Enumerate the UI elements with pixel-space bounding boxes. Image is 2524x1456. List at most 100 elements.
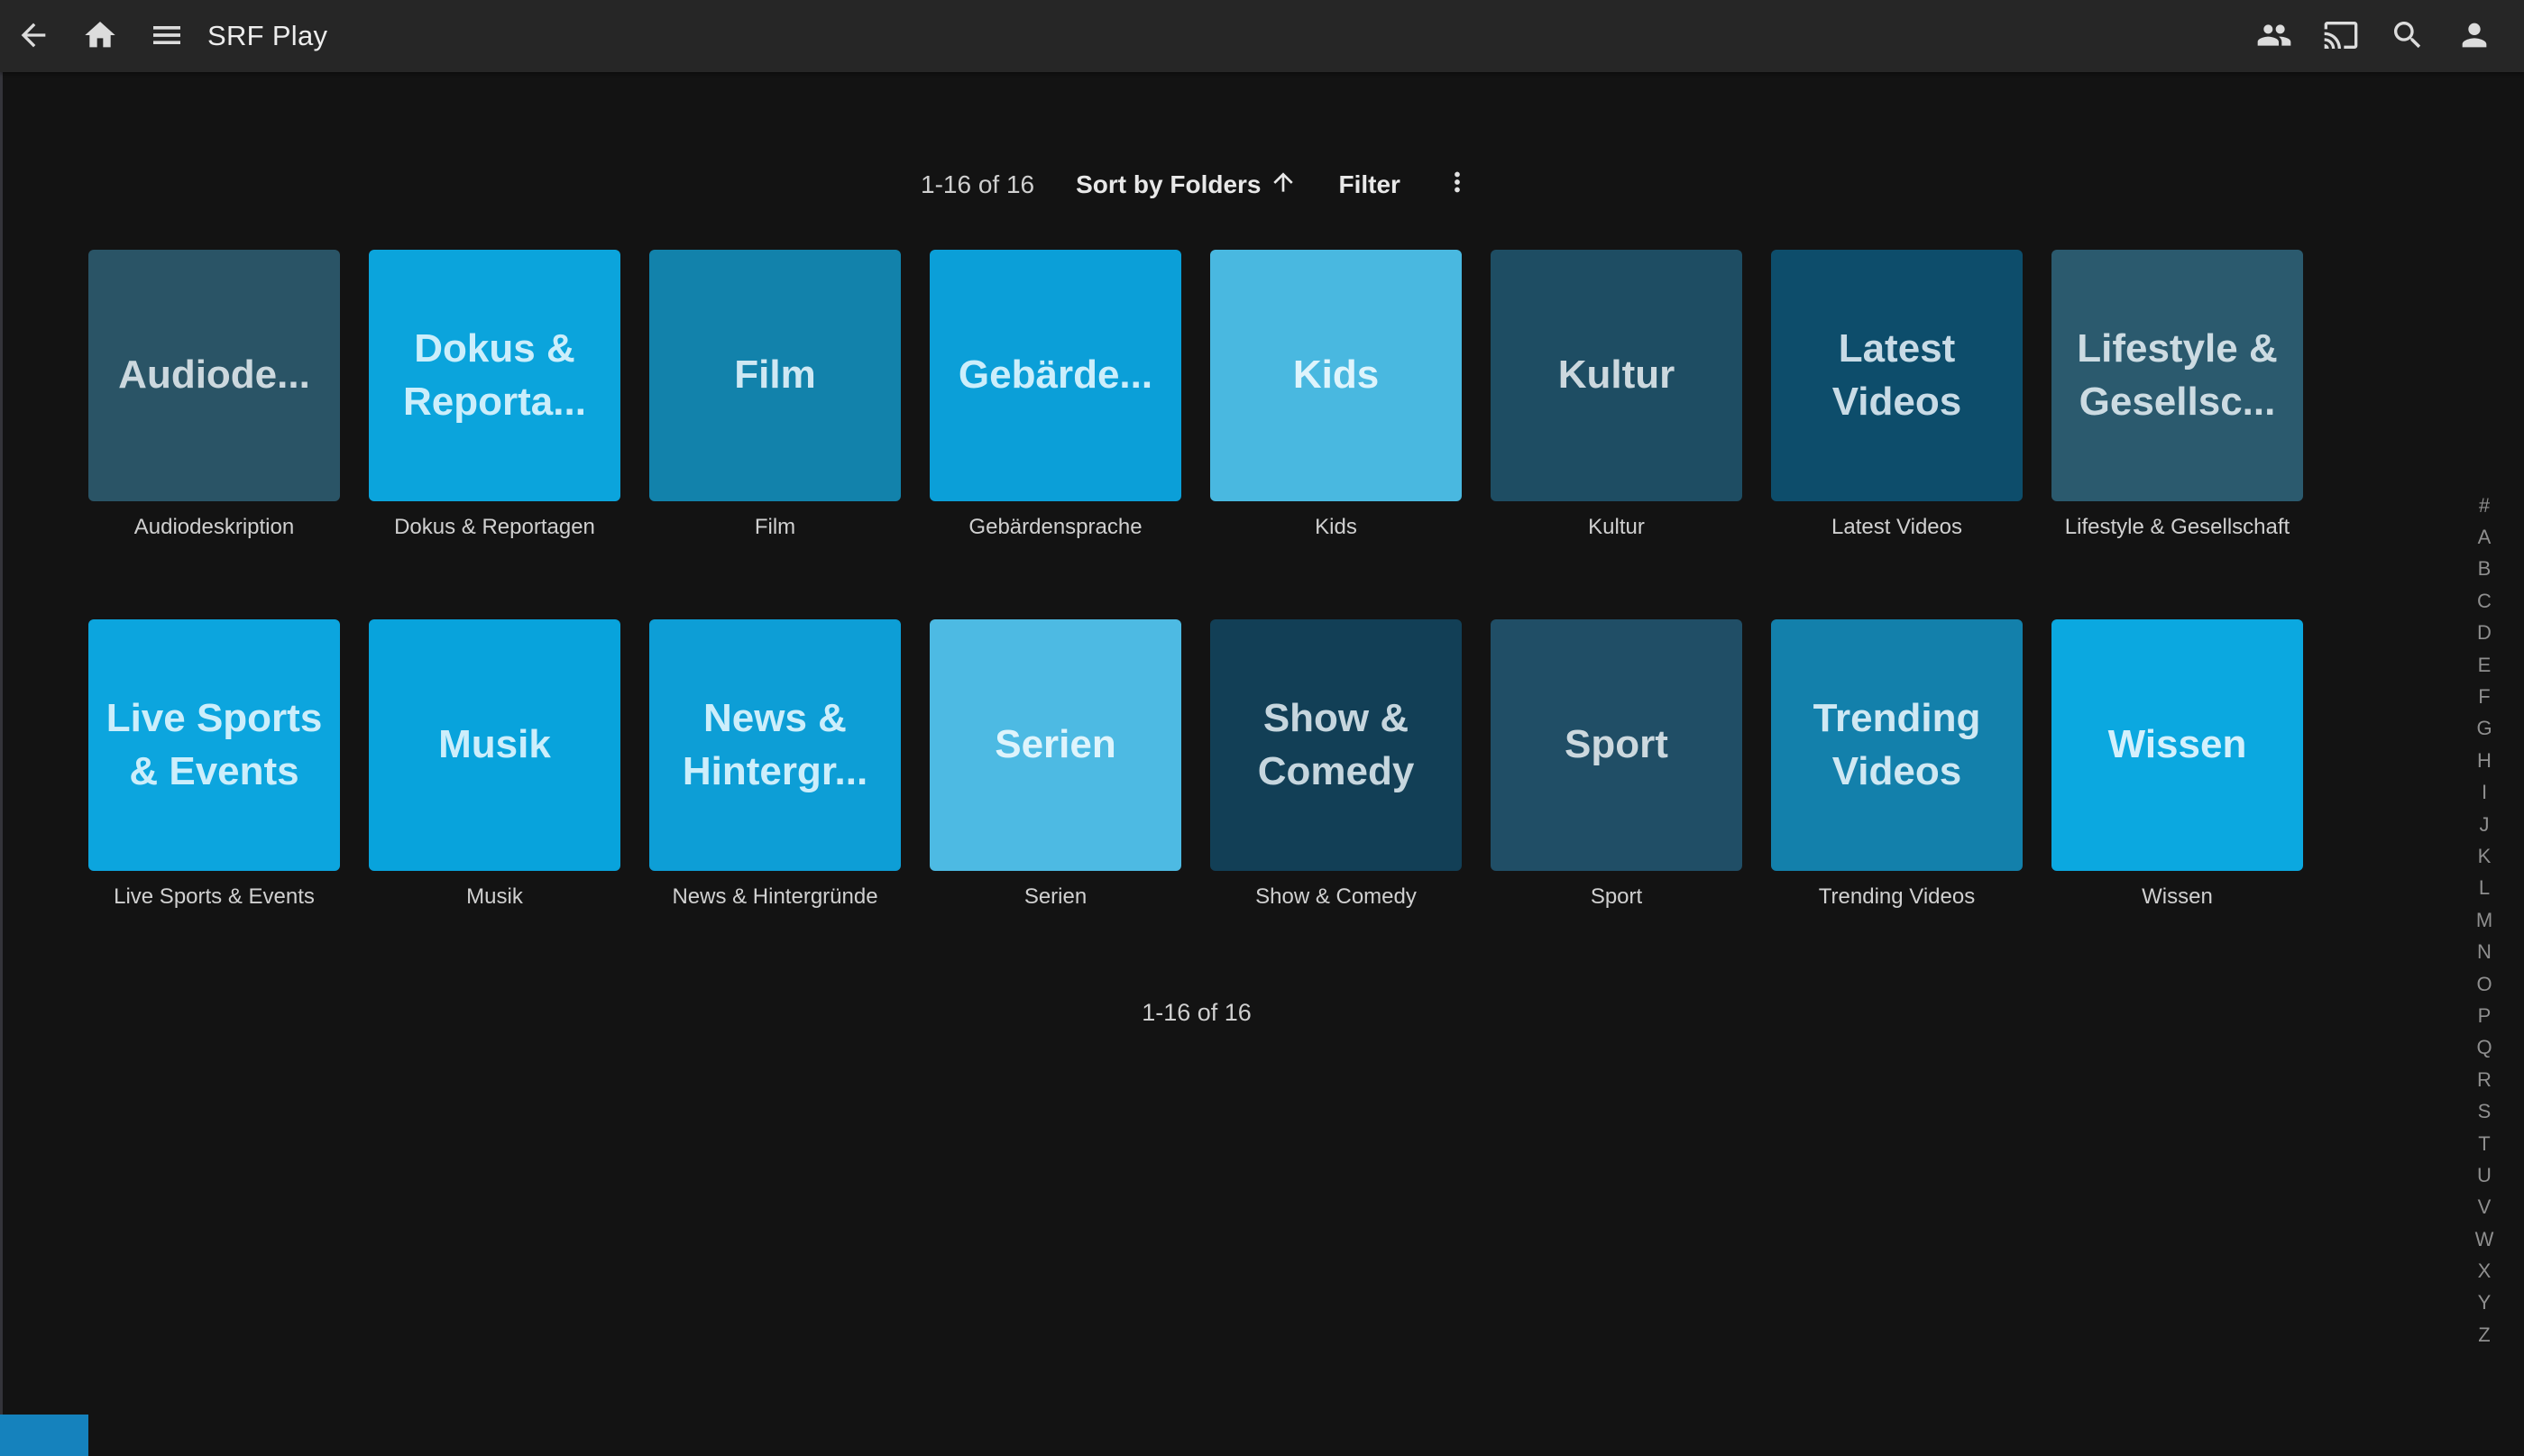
folder-tile: Show & Comedy bbox=[1210, 619, 1462, 871]
alphabet-letter[interactable]: X bbox=[2466, 1255, 2502, 1287]
folder-tile: News & Hintergr... bbox=[649, 619, 901, 871]
folder-tile-label: Trending Videos bbox=[1787, 692, 2006, 797]
folder-tile-label: Kids bbox=[1293, 349, 1379, 401]
folder-card[interactable]: Lifestyle & Gesellsc... Lifestyle & Gese… bbox=[2051, 250, 2303, 541]
alphabet-letter[interactable]: B bbox=[2466, 554, 2502, 585]
alphabet-letter[interactable]: Q bbox=[2466, 1032, 2502, 1064]
alphabet-letter[interactable]: U bbox=[2466, 1159, 2502, 1191]
folder-caption: Lifestyle & Gesellschaft bbox=[2051, 514, 2303, 541]
folder-card[interactable]: Live Sports & Events Live Sports & Event… bbox=[88, 619, 340, 911]
search-button[interactable] bbox=[2374, 0, 2441, 72]
alphabet-letter[interactable]: S bbox=[2466, 1095, 2502, 1127]
folder-card[interactable]: Serien Serien bbox=[930, 619, 1181, 911]
folder-card[interactable]: Latest Videos Latest Videos bbox=[1771, 250, 2023, 541]
alphabet-letter[interactable]: M bbox=[2466, 904, 2502, 936]
sort-button[interactable]: Sort by Folders bbox=[1076, 168, 1297, 203]
alphabet-letter[interactable]: L bbox=[2466, 873, 2502, 904]
back-arrow-icon bbox=[15, 17, 51, 56]
folder-card[interactable]: Wissen Wissen bbox=[2051, 619, 2303, 911]
folder-card[interactable]: Film Film bbox=[649, 250, 901, 541]
alphabet-letter[interactable]: E bbox=[2466, 649, 2502, 681]
alphabet-letter[interactable]: Y bbox=[2466, 1287, 2502, 1319]
alphabet-letter[interactable]: D bbox=[2466, 618, 2502, 649]
folder-caption: Kultur bbox=[1491, 514, 1742, 541]
kebab-vertical-icon bbox=[1442, 167, 1473, 204]
alphabet-letter[interactable]: C bbox=[2466, 585, 2502, 617]
folder-tile-label: Musik bbox=[438, 719, 551, 771]
folder-card[interactable]: Trending Videos Trending Videos bbox=[1771, 619, 2023, 911]
menu-button[interactable] bbox=[133, 0, 200, 72]
page-title: SRF Play bbox=[207, 20, 327, 52]
folder-tile: Dokus & Reporta... bbox=[369, 250, 620, 501]
window-left-border bbox=[0, 0, 3, 1456]
more-options-button[interactable] bbox=[1442, 167, 1473, 204]
folder-caption: Wissen bbox=[2051, 884, 2303, 911]
folder-card[interactable]: Show & Comedy Show & Comedy bbox=[1210, 619, 1462, 911]
sort-button-label: Sort by Folders bbox=[1076, 170, 1261, 199]
cast-button[interactable] bbox=[2308, 0, 2374, 72]
folder-tile: Film bbox=[649, 250, 901, 501]
library-toolbar: 1-16 of 16 Sort by Folders Filter bbox=[88, 144, 2305, 225]
alphabet-letter[interactable]: R bbox=[2466, 1064, 2502, 1095]
folder-card[interactable]: Kultur Kultur bbox=[1491, 250, 1742, 541]
folder-tile: Trending Videos bbox=[1771, 619, 2023, 871]
folder-tile-label: Serien bbox=[995, 719, 1116, 771]
folder-tile-label: Latest Videos bbox=[1787, 323, 2006, 427]
syncplay-button[interactable] bbox=[2241, 0, 2308, 72]
alphabet-letter[interactable]: K bbox=[2466, 840, 2502, 872]
folder-caption: Audiodeskription bbox=[88, 514, 340, 541]
folder-card[interactable]: Gebärde... Gebärdensprache bbox=[930, 250, 1181, 541]
folder-caption: Dokus & Reportagen bbox=[369, 514, 620, 541]
folder-caption: Sport bbox=[1491, 884, 1742, 911]
alphabet-letter[interactable]: F bbox=[2466, 681, 2502, 712]
alphabet-letter[interactable]: W bbox=[2466, 1223, 2502, 1255]
paging-count-bottom: 1-16 of 16 bbox=[88, 999, 2305, 1027]
folder-tile-label: Film bbox=[734, 349, 815, 401]
alphabet-letter[interactable]: J bbox=[2466, 809, 2502, 840]
filter-button-label: Filter bbox=[1339, 170, 1400, 199]
folder-caption: Serien bbox=[930, 884, 1181, 911]
folder-tile-label: Dokus & Reporta... bbox=[385, 323, 604, 427]
folder-tile: Kultur bbox=[1491, 250, 1742, 501]
alphabet-letter[interactable]: A bbox=[2466, 521, 2502, 553]
folder-tile: Musik bbox=[369, 619, 620, 871]
hamburger-menu-icon bbox=[149, 17, 185, 56]
alphabet-letter[interactable]: I bbox=[2466, 777, 2502, 809]
folder-tile: Serien bbox=[930, 619, 1181, 871]
alphabet-letter[interactable]: T bbox=[2466, 1128, 2502, 1159]
search-icon bbox=[2390, 17, 2426, 56]
folder-tile: Latest Videos bbox=[1771, 250, 2023, 501]
back-button[interactable] bbox=[0, 0, 67, 72]
alphabet-letter[interactable]: O bbox=[2466, 968, 2502, 1000]
folder-card[interactable]: Musik Musik bbox=[369, 619, 620, 911]
folder-card[interactable]: Kids Kids bbox=[1210, 250, 1462, 541]
alphabet-letter[interactable]: G bbox=[2466, 713, 2502, 745]
folder-caption: Latest Videos bbox=[1771, 514, 2023, 541]
library-grid: Audiode... Audiodeskription Dokus & Repo… bbox=[88, 250, 2305, 911]
alphabet-letter[interactable]: P bbox=[2466, 1000, 2502, 1031]
folder-tile-label: Sport bbox=[1565, 719, 1668, 771]
folder-card[interactable]: Dokus & Reporta... Dokus & Reportagen bbox=[369, 250, 620, 541]
alphabet-letter[interactable]: N bbox=[2466, 936, 2502, 967]
alphabet-letter[interactable]: H bbox=[2466, 745, 2502, 776]
folder-caption: Show & Comedy bbox=[1210, 884, 1462, 911]
folder-caption: Trending Videos bbox=[1771, 884, 2023, 911]
alphabet-picker: # A B C D E F G H I J K L M N O P Q R S … bbox=[2466, 490, 2502, 1351]
home-button[interactable] bbox=[67, 0, 133, 72]
folder-tile-label: Wissen bbox=[2108, 719, 2247, 771]
folder-tile-label: Lifestyle & Gesellsc... bbox=[2068, 323, 2287, 427]
alphabet-letter[interactable]: # bbox=[2466, 490, 2502, 521]
alphabet-letter[interactable]: Z bbox=[2466, 1319, 2502, 1351]
folder-tile-label: Audiode... bbox=[118, 349, 310, 401]
folder-card[interactable]: News & Hintergr... News & Hintergründe bbox=[649, 619, 901, 911]
folder-card[interactable]: Sport Sport bbox=[1491, 619, 1742, 911]
folder-tile: Kids bbox=[1210, 250, 1462, 501]
alphabet-letter[interactable]: V bbox=[2466, 1192, 2502, 1223]
user-profile-button[interactable] bbox=[2441, 0, 2508, 72]
folder-card[interactable]: Audiode... Audiodeskription bbox=[88, 250, 340, 541]
paging-count-top: 1-16 of 16 bbox=[921, 170, 1034, 199]
folder-tile: Wissen bbox=[2051, 619, 2303, 871]
folder-tile: Audiode... bbox=[88, 250, 340, 501]
cast-icon bbox=[2323, 17, 2359, 56]
filter-button[interactable]: Filter bbox=[1339, 170, 1400, 199]
